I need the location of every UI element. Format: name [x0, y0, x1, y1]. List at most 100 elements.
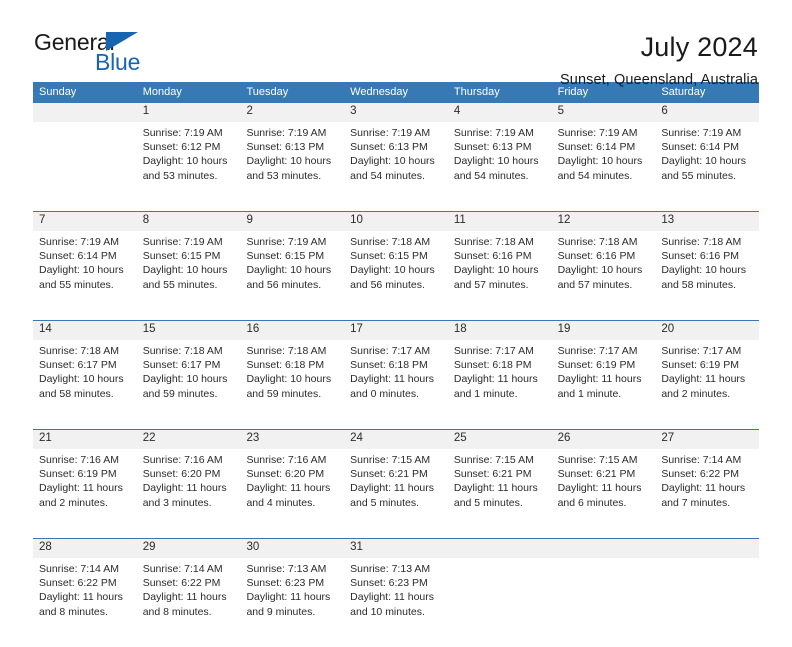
- title-block: July 2024 Sunset, Queensland, Australia: [560, 31, 758, 87]
- calendar-day-cell[interactable]: Sunrise: 7:19 AM Sunset: 6:15 PM Daylight:…: [240, 231, 344, 320]
- day-number[interactable]: 31: [344, 539, 448, 558]
- sunrise-time: Sunrise: 7:17 AM: [453, 345, 534, 357]
- daylight-duration-line2: and 5 minutes.: [350, 496, 420, 509]
- day-number[interactable]: 30: [240, 539, 344, 558]
- day-number[interactable]: 2: [240, 103, 344, 122]
- daylight-duration-line1: Daylight: 10 hours: [142, 155, 228, 168]
- calendar-day-cell[interactable]: Sunrise: 7:17 AM Sunset: 6:19 PM Daylight:…: [655, 340, 759, 429]
- weekday-header-friday: Friday: [557, 86, 589, 98]
- week-cells: Sunrise: 7:16 AM Sunset: 6:19 PM Daylight:…: [33, 449, 759, 538]
- day-number[interactable]: 10: [344, 212, 448, 231]
- sunset-time: Sunset: 6:18 PM: [246, 359, 325, 372]
- calendar-day-cell[interactable]: Sunrise: 7:18 AM Sunset: 6:17 PM Daylight:…: [137, 340, 241, 429]
- calendar-day-cell[interactable]: Sunrise: 7:19 AM Sunset: 6:14 PM Daylight:…: [33, 231, 137, 320]
- day-number[interactable]: 27: [655, 430, 759, 449]
- calendar-day-cell[interactable]: Sunrise: 7:16 AM Sunset: 6:20 PM Daylight:…: [137, 449, 241, 538]
- calendar-day-cell[interactable]: Sunrise: 7:17 AM Sunset: 6:19 PM Daylight:…: [552, 340, 656, 429]
- day-number[interactable]: 20: [655, 321, 759, 340]
- daylight-duration-line2: and 5 minutes.: [453, 496, 523, 509]
- daylight-duration-line1: Daylight: 10 hours: [246, 155, 332, 168]
- day-number[interactable]: 7: [33, 212, 137, 231]
- day-number[interactable]: 3: [344, 103, 448, 122]
- calendar-day-cell[interactable]: Sunrise: 7:15 AM Sunset: 6:21 PM Daylight:…: [448, 449, 552, 538]
- calendar-day-cell[interactable]: Sunrise: 7:14 AM Sunset: 6:22 PM Daylight:…: [137, 558, 241, 647]
- calendar-day-cell[interactable]: Sunrise: 7:17 AM Sunset: 6:18 PM Daylight:…: [344, 340, 448, 429]
- sunrise-time: Sunrise: 7:19 AM: [246, 236, 327, 248]
- day-number[interactable]: 19: [552, 321, 656, 340]
- day-number[interactable]: 29: [137, 539, 241, 558]
- day-number[interactable]: 24: [344, 430, 448, 449]
- day-number[interactable]: 11: [448, 212, 552, 231]
- day-number[interactable]: 25: [448, 430, 552, 449]
- day-number[interactable]: 23: [240, 430, 344, 449]
- daylight-duration-line2: and 54 minutes.: [557, 169, 633, 182]
- daylight-duration-line2: and 55 minutes.: [39, 278, 114, 291]
- weekday-header-sunday: Sunday: [39, 86, 77, 98]
- calendar-day-cell[interactable]: Sunrise: 7:18 AM Sunset: 6:16 PM Daylight:…: [552, 231, 656, 320]
- daylight-duration-line2: and 1 minute.: [557, 387, 622, 400]
- day-number[interactable]: 16: [240, 321, 344, 340]
- weekday-header-saturday: Saturday: [661, 86, 706, 98]
- calendar-day-cell[interactable]: Sunrise: 7:19 AM Sunset: 6:13 PM Daylight:…: [344, 122, 448, 211]
- calendar-day-cell[interactable]: Sunrise: 7:15 AM Sunset: 6:21 PM Daylight:…: [552, 449, 656, 538]
- daylight-duration-line1: Daylight: 10 hours: [350, 155, 435, 168]
- daylight-duration-line2: and 58 minutes.: [661, 278, 737, 291]
- day-number[interactable]: 5: [552, 103, 656, 122]
- calendar-day-cell[interactable]: Sunrise: 7:16 AM Sunset: 6:20 PM Daylight:…: [240, 449, 344, 538]
- calendar-day-cell[interactable]: Sunrise: 7:19 AM Sunset: 6:14 PM Daylight:…: [655, 122, 759, 211]
- day-number[interactable]: 18: [448, 321, 552, 340]
- sunrise-time: Sunrise: 7:19 AM: [246, 127, 327, 139]
- sunrise-time: Sunrise: 7:18 AM: [453, 236, 534, 248]
- day-number[interactable]: 22: [137, 430, 241, 449]
- calendar-day-cell[interactable]: Sunrise: 7:14 AM Sunset: 6:22 PM Daylight:…: [33, 558, 137, 647]
- sunset-time: Sunset: 6:18 PM: [350, 359, 428, 372]
- day-number[interactable]: 15: [137, 321, 241, 340]
- day-number[interactable]: 21: [33, 430, 137, 449]
- calendar-day-cell[interactable]: Sunrise: 7:17 AM Sunset: 6:18 PM Daylight:…: [448, 340, 552, 429]
- calendar-day-cell[interactable]: Sunrise: 7:19 AM Sunset: 6:13 PM Daylight:…: [240, 122, 344, 211]
- daylight-duration-line1: Daylight: 11 hours: [661, 373, 746, 386]
- sunset-time: Sunset: 6:14 PM: [39, 250, 117, 263]
- daylight-duration-line2: and 2 minutes.: [661, 387, 731, 400]
- daylight-duration-line1: Daylight: 11 hours: [661, 482, 746, 495]
- daylight-duration-line2: and 2 minutes.: [39, 496, 108, 509]
- sunset-time: Sunset: 6:13 PM: [246, 141, 325, 154]
- calendar-day-cell[interactable]: Sunrise: 7:19 AM Sunset: 6:15 PM Daylight:…: [137, 231, 241, 320]
- calendar-day-cell[interactable]: Sunrise: 7:16 AM Sunset: 6:19 PM Daylight:…: [33, 449, 137, 538]
- day-number[interactable]: 1: [137, 103, 241, 122]
- daylight-duration-line2: and 4 minutes.: [246, 496, 316, 509]
- general-blue-logo: General Blue: [34, 31, 164, 77]
- day-number[interactable]: 13: [655, 212, 759, 231]
- sunrise-time: Sunrise: 7:16 AM: [142, 454, 223, 466]
- calendar-day-cell[interactable]: Sunrise: 7:18 AM Sunset: 6:16 PM Daylight:…: [448, 231, 552, 320]
- sunrise-time: Sunrise: 7:19 AM: [350, 127, 431, 139]
- sunset-time: Sunset: 6:20 PM: [246, 468, 325, 481]
- day-number[interactable]: 17: [344, 321, 448, 340]
- day-number[interactable]: 14: [33, 321, 137, 340]
- calendar-day-cell[interactable]: Sunrise: 7:18 AM Sunset: 6:17 PM Daylight:…: [33, 340, 137, 429]
- sunrise-time: Sunrise: 7:14 AM: [661, 454, 742, 466]
- calendar-day-cell[interactable]: Sunrise: 7:13 AM Sunset: 6:23 PM Daylight:…: [240, 558, 344, 647]
- calendar-day-cell[interactable]: Sunrise: 7:14 AM Sunset: 6:22 PM Daylight:…: [655, 449, 759, 538]
- daylight-duration-line2: and 6 minutes.: [557, 496, 627, 509]
- day-number[interactable]: 6: [655, 103, 759, 122]
- day-number[interactable]: 4: [448, 103, 552, 122]
- day-number[interactable]: 12: [552, 212, 656, 231]
- sunrise-time: Sunrise: 7:19 AM: [661, 127, 742, 139]
- calendar-day-cell[interactable]: Sunrise: 7:19 AM Sunset: 6:13 PM Daylight:…: [448, 122, 552, 211]
- calendar-day-cell[interactable]: Sunrise: 7:19 AM Sunset: 6:14 PM Daylight:…: [552, 122, 656, 211]
- calendar-day-cell[interactable]: Sunrise: 7:18 AM Sunset: 6:15 PM Daylight:…: [344, 231, 448, 320]
- daylight-duration-line2: and 54 minutes.: [350, 169, 425, 182]
- calendar-day-cell[interactable]: Sunrise: 7:15 AM Sunset: 6:21 PM Daylight:…: [344, 449, 448, 538]
- calendar-day-cell[interactable]: Sunrise: 7:18 AM Sunset: 6:18 PM Daylight:…: [240, 340, 344, 429]
- sunset-time: Sunset: 6:21 PM: [453, 468, 532, 481]
- daylight-duration-line1: Daylight: 11 hours: [142, 591, 227, 604]
- calendar-day-cell[interactable]: Sunrise: 7:18 AM Sunset: 6:16 PM Daylight:…: [655, 231, 759, 320]
- calendar-day-cell[interactable]: Sunrise: 7:19 AM Sunset: 6:12 PM Daylight:…: [137, 122, 241, 211]
- day-number[interactable]: 28: [33, 539, 137, 558]
- day-number[interactable]: 8: [137, 212, 241, 231]
- day-number[interactable]: 26: [552, 430, 656, 449]
- day-number[interactable]: 9: [240, 212, 344, 231]
- calendar-day-cell[interactable]: Sunrise: 7:13 AM Sunset: 6:23 PM Daylight:…: [344, 558, 448, 647]
- sunrise-time: Sunrise: 7:18 AM: [661, 236, 742, 248]
